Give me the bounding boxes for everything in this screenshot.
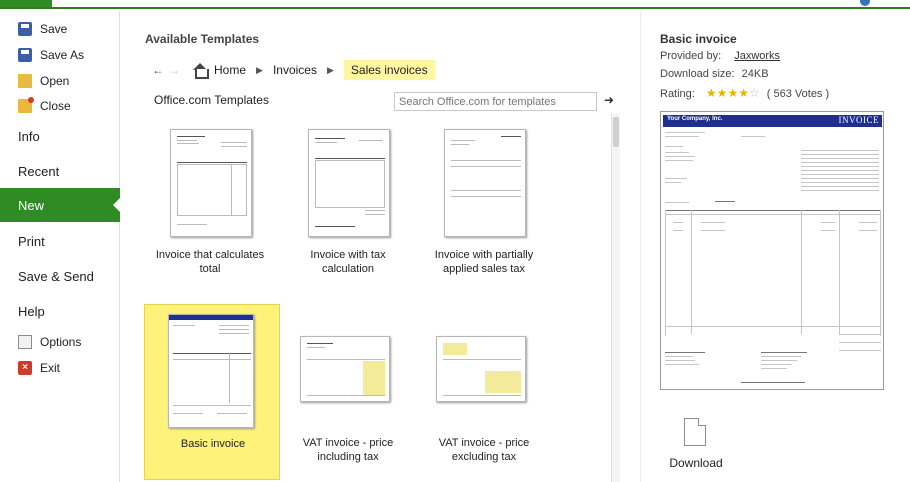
save-icon [18, 22, 32, 36]
backstage-nav: Save Save As Open Close Info Recent New … [0, 11, 121, 482]
template-tile-invoice-tax-calculation[interactable]: Invoice with tax calculation [280, 114, 416, 290]
folder-open-icon [18, 74, 32, 88]
exit-icon: × [18, 361, 32, 375]
template-label: Invoice with tax calculation [310, 249, 386, 275]
template-label: Invoice with partially applied sales tax [434, 249, 534, 275]
rating-stars-icon[interactable]: ★★★★☆ [706, 86, 760, 100]
preview-title: Basic invoice [660, 32, 737, 46]
preview-rating: Rating: ★★★★☆ ( 563 Votes ) [660, 86, 830, 100]
template-label: VAT invoice - price including tax [302, 437, 394, 463]
template-tile-invoice-partial-sales-tax[interactable]: Invoice with partially applied sales tax [416, 114, 552, 290]
chevron-right-icon: ▶ [256, 64, 263, 75]
forward-arrow-icon[interactable]: → [166, 63, 182, 77]
save-as-icon [18, 48, 32, 62]
download-button[interactable]: Download [660, 418, 732, 472]
nav-options[interactable]: Options [0, 332, 120, 352]
available-templates-title: Available Templates [145, 32, 260, 46]
search-go-arrow-icon[interactable]: ➜ [604, 93, 614, 107]
nav-help-label: Help [18, 303, 45, 319]
ribbon-strip [0, 0, 910, 9]
template-label: Basic invoice [180, 438, 246, 450]
template-thumbnail [168, 314, 254, 428]
template-gallery: Invoice that calculates total Invoice wit… [140, 114, 612, 482]
nav-save-as-label: Save As [40, 48, 85, 62]
template-tile-vat-excluding-tax[interactable]: VAT invoice - price excluding tax [416, 304, 552, 480]
preview-download-size: Download size: 24KB [660, 68, 769, 80]
gallery-scrollbar[interactable] [611, 114, 620, 482]
help-icon[interactable] [860, 0, 870, 6]
template-thumbnail [308, 129, 390, 237]
nav-info[interactable]: Info [0, 125, 120, 147]
nav-print[interactable]: Print [0, 230, 120, 252]
breadcrumb-home[interactable]: Home [214, 63, 246, 77]
nav-help[interactable]: Help [0, 300, 120, 322]
template-thumbnail [170, 129, 252, 237]
nav-new-label: New [18, 197, 45, 213]
nav-recent[interactable]: Recent [0, 160, 120, 182]
template-tile-invoice-calculates-total[interactable]: Invoice that calculates total [142, 114, 278, 290]
nav-open[interactable]: Open [0, 71, 120, 91]
nav-options-label: Options [40, 335, 82, 349]
options-icon [18, 335, 32, 349]
template-thumbnail [300, 336, 390, 402]
template-tile-vat-including-tax[interactable]: VAT invoice - price including tax [280, 304, 416, 480]
nav-close[interactable]: Close [0, 96, 120, 116]
nav-save-send-label: Save & Send [18, 268, 94, 284]
nav-print-label: Print [18, 233, 45, 249]
template-tile-basic-invoice[interactable]: Basic invoice [144, 304, 280, 480]
home-icon[interactable] [192, 63, 209, 79]
document-download-icon [684, 418, 706, 446]
search-templates-input[interactable] [394, 92, 597, 111]
nav-info-label: Info [18, 128, 40, 144]
template-thumbnail [444, 129, 526, 237]
scrollbar-thumb[interactable] [613, 117, 619, 147]
nav-exit[interactable]: × Exit [0, 358, 120, 378]
nav-save-as[interactable]: Save As [0, 45, 120, 65]
file-tab[interactable] [0, 0, 52, 7]
back-arrow-icon[interactable]: ← [150, 63, 166, 77]
download-label: Download [669, 456, 723, 470]
chevron-right-icon: ▶ [326, 64, 334, 75]
folder-close-icon [18, 97, 34, 113]
preview-invoice-header-band: Your Company, Inc. INVOICE [663, 115, 882, 127]
nav-recent-label: Recent [18, 163, 60, 179]
template-thumbnail [436, 336, 526, 402]
office-templates-label: Office.com Templates [154, 93, 269, 107]
nav-close-label: Close [40, 99, 71, 113]
template-preview-image: Your Company, Inc. INVOICE [660, 111, 884, 390]
nav-exit-label: Exit [40, 361, 61, 375]
breadcrumb: ← → Home ▶ Invoices ▶ Sales invoices [150, 58, 435, 82]
template-label: Invoice that calculates total [155, 249, 265, 275]
provider-link[interactable]: Jaxworks [734, 50, 780, 62]
preview-provided-by: Provided by: Jaxworks [660, 50, 781, 62]
breadcrumb-invoices[interactable]: Invoices [273, 63, 317, 77]
nav-open-label: Open [40, 74, 70, 88]
nav-save[interactable]: Save [0, 19, 120, 39]
pane-divider [640, 11, 641, 482]
nav-save-send[interactable]: Save & Send [0, 265, 120, 287]
template-label: VAT invoice - price excluding tax [438, 437, 530, 463]
nav-new[interactable]: New [0, 188, 121, 222]
breadcrumb-sales-invoices[interactable]: Sales invoices [343, 60, 435, 80]
nav-save-label: Save [40, 22, 68, 36]
